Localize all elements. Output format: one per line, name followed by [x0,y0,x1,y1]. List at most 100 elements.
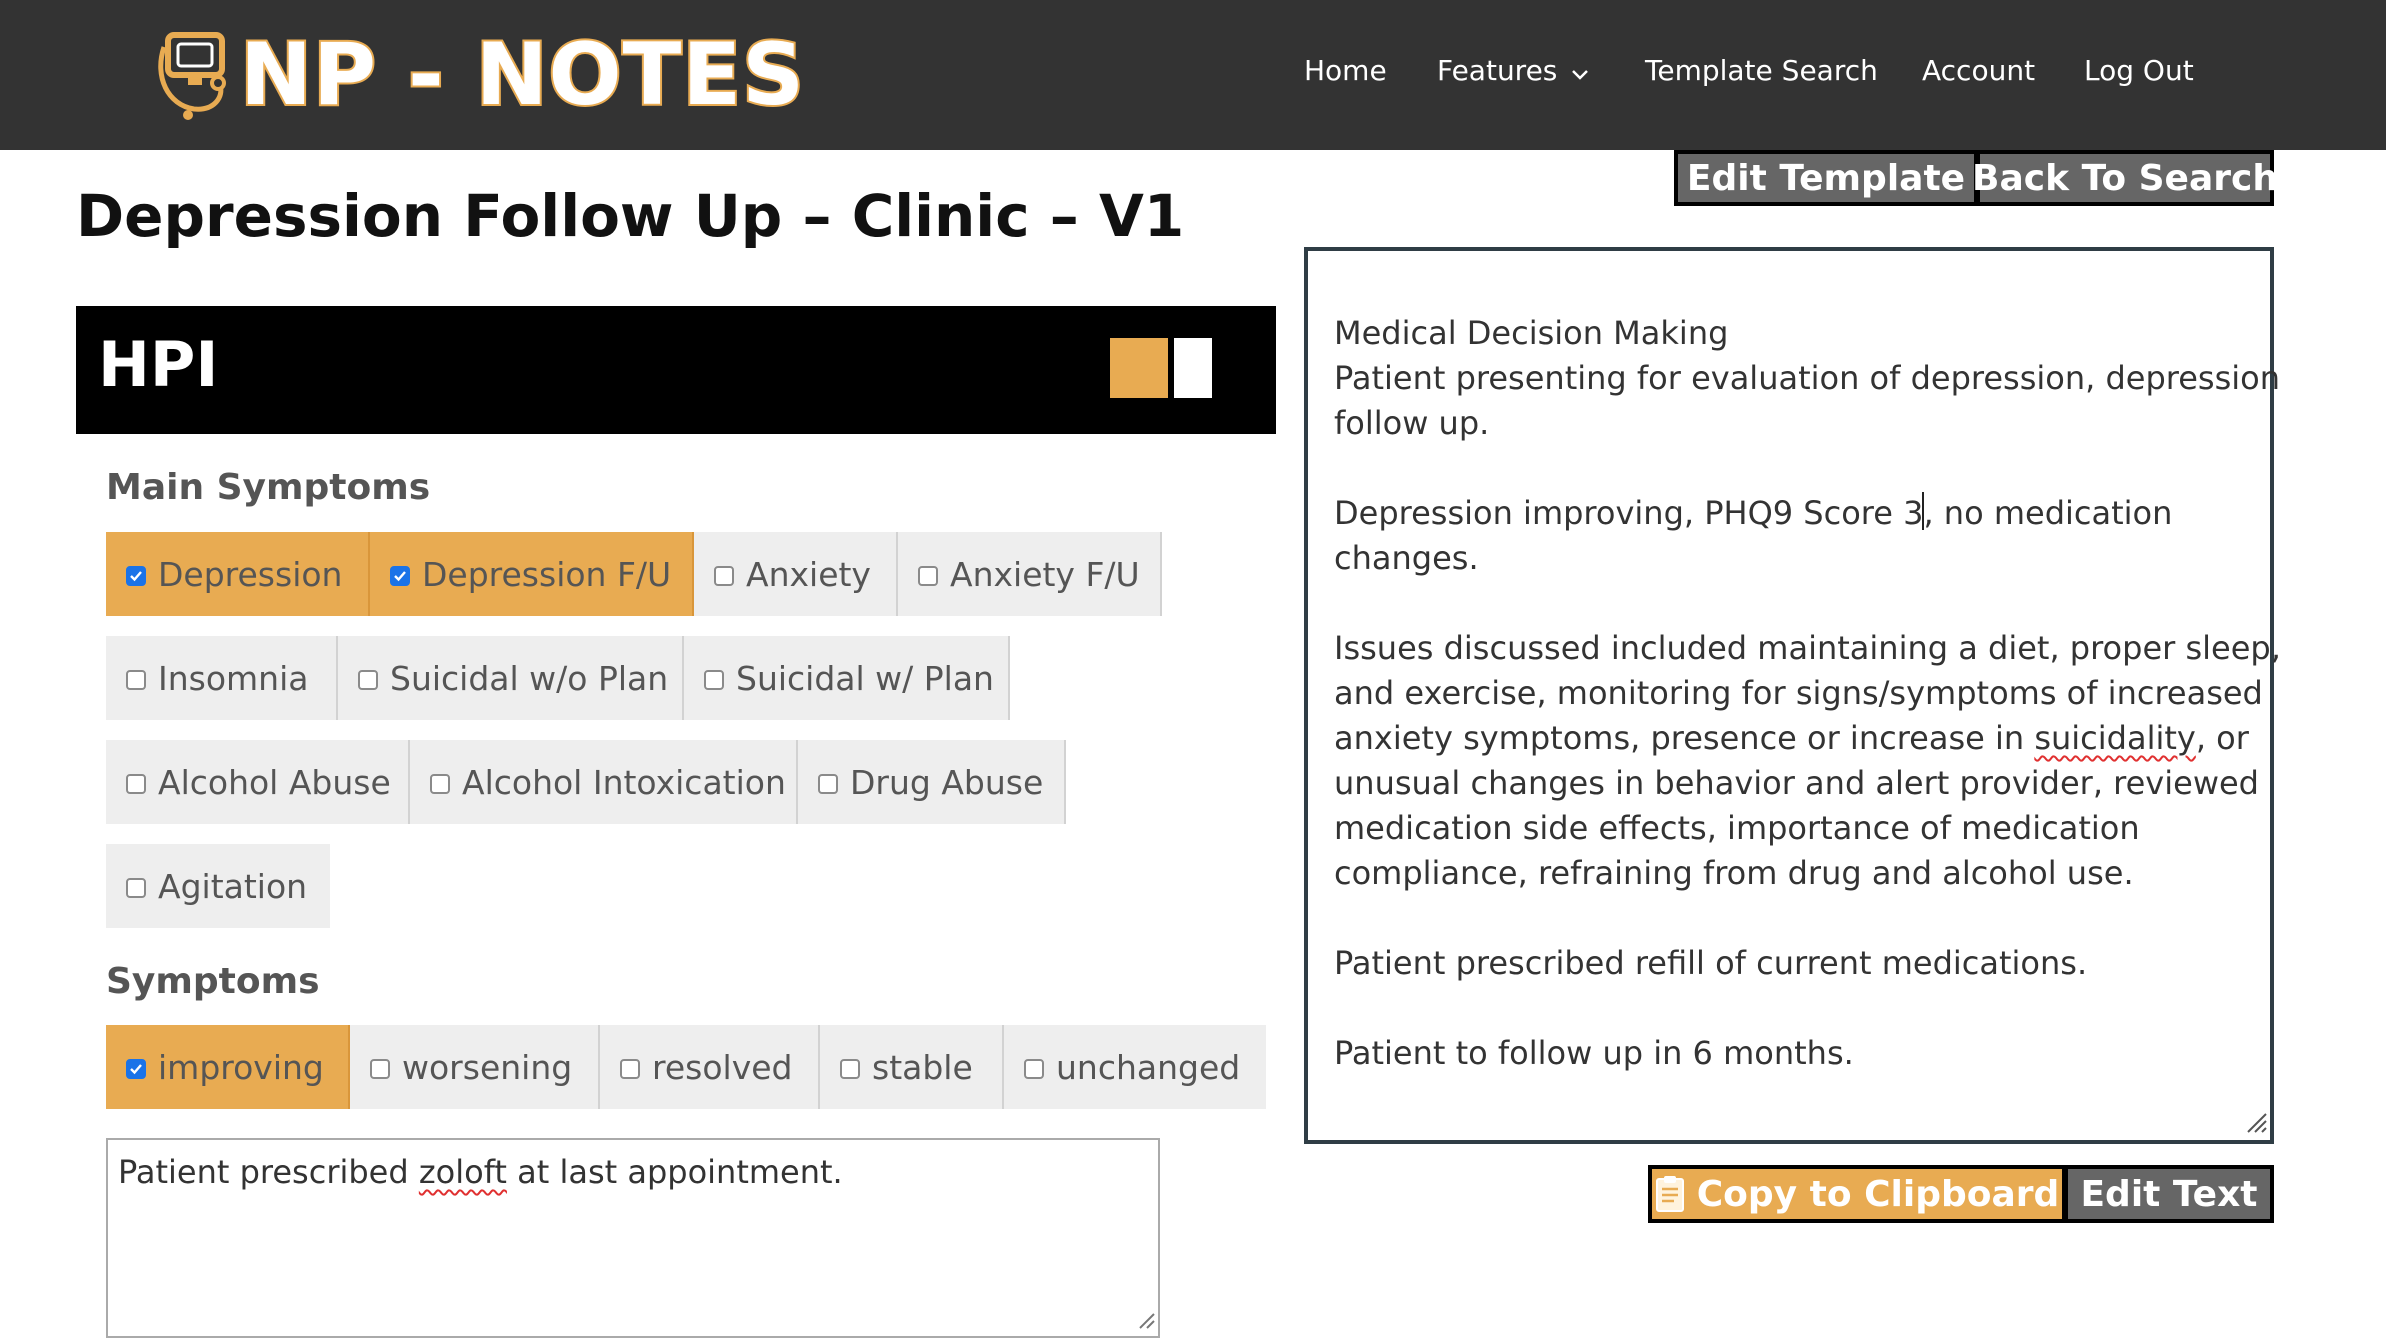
notes-text-part: at last appointment. [506,1153,843,1191]
nav-account[interactable]: Account [1922,48,2035,94]
select-all-toggle[interactable] [1110,338,1168,398]
checkbox[interactable] [840,1059,860,1079]
checkbox[interactable] [126,878,146,898]
main-nav: Home Features Template Search Account Lo… [0,48,2386,94]
option-label: worsening [402,1047,573,1087]
checkbox[interactable] [918,566,938,586]
checkbox[interactable] [818,774,838,794]
output-line-part: , or [2195,719,2249,757]
output-line: anxiety symptoms, presence or increase i… [1334,716,2249,761]
output-line: compliance, refraining from drug and alc… [1334,854,2134,892]
option-label: Suicidal w/ Plan [736,658,994,698]
output-line: Depression improving, PHQ9 Score 3, no m… [1334,491,2244,536]
output-line: follow up. [1334,404,1490,442]
misspelled-word: zoloft [418,1153,507,1191]
output-line: Issues discussed included maintaining a … [1334,629,2281,667]
hpi-notes-text: Patient prescribed zoloft at last appoin… [118,1150,843,1194]
option-label: Drug Abuse [850,762,1044,802]
option-unchanged[interactable]: unchanged [1004,1025,1266,1109]
option-resolved[interactable]: resolved [600,1025,820,1109]
misspelled-word: suicidality [2034,719,2196,757]
symptoms-label: Symptoms [106,961,320,1002]
option-depression-fu[interactable]: Depression F/U [370,532,694,616]
template-actions: Edit Template Back To Search [1674,150,2278,206]
option-label: Alcohol Abuse [158,762,391,802]
back-to-search-button[interactable]: Back To Search [1972,154,2278,202]
generated-note-output[interactable]: Medical Decision Making Patient presenti… [1304,247,2281,1144]
option-worsening[interactable]: worsening [350,1025,600,1109]
option-label: Agitation [158,866,308,906]
output-line-part: anxiety symptoms, presence or increase i… [1334,719,2035,757]
clear-all-toggle[interactable] [1174,338,1212,398]
output-line: changes. [1334,539,1479,577]
hpi-section-header: HPI [76,306,1276,434]
edit-template-button[interactable]: Edit Template [1678,154,1974,202]
clipboard-icon [1655,1175,1685,1213]
checkbox[interactable] [704,670,724,690]
checkbox[interactable] [430,774,450,794]
option-label: Suicidal w/o Plan [390,658,669,698]
option-label: Anxiety F/U [950,554,1140,594]
checkbox[interactable] [126,774,146,794]
chevron-down-icon [1571,49,1589,95]
option-drug-abuse[interactable]: Drug Abuse [798,740,1066,824]
hpi-notes-textarea[interactable]: Patient prescribed zoloft at last appoin… [106,1138,1160,1338]
option-label: Alcohol Intoxication [462,762,786,802]
output-line-part: Depression improving, PHQ9 Score 3 [1334,494,1924,532]
output-text: Medical Decision Making Patient presenti… [1334,311,2281,1076]
option-label: Insomnia [158,658,309,698]
option-stable[interactable]: stable [820,1025,1004,1109]
nav-log-out[interactable]: Log Out [2084,48,2194,94]
checkbox[interactable] [126,670,146,690]
output-line: Patient prescribed refill of current med… [1334,944,2088,982]
checkbox-checked[interactable] [126,566,146,586]
edit-text-button[interactable]: Edit Text [2068,1169,2270,1219]
main-symptoms-label: Main Symptoms [106,467,431,508]
copy-to-clipboard-button[interactable]: Copy to Clipboard [1652,1169,2062,1219]
option-label: Depression F/U [422,554,672,594]
option-label: Depression [158,554,343,594]
output-line: and exercise, monitoring for signs/sympt… [1334,674,2263,712]
option-label: stable [872,1047,973,1087]
option-label: Anxiety [746,554,871,594]
checkbox[interactable] [620,1059,640,1079]
output-line: Patient to follow up in 6 months. [1334,1034,1854,1072]
option-alcohol-intoxication[interactable]: Alcohol Intoxication [410,740,798,824]
checkbox[interactable] [1024,1059,1044,1079]
checkbox[interactable] [370,1059,390,1079]
output-line-part: , no medication [1923,494,2173,532]
option-suicidal-with-plan[interactable]: Suicidal w/ Plan [684,636,1010,720]
checkbox-checked[interactable] [126,1059,146,1079]
checkbox[interactable] [714,566,734,586]
option-anxiety-fu[interactable]: Anxiety F/U [898,532,1162,616]
nav-features-label: Features [1437,54,1558,87]
option-improving[interactable]: improving [106,1025,350,1109]
option-label: resolved [652,1047,793,1087]
copy-button-label: Copy to Clipboard [1696,1173,2060,1215]
nav-home[interactable]: Home [1304,48,1387,94]
option-label: improving [158,1047,324,1087]
option-anxiety[interactable]: Anxiety [694,532,898,616]
option-suicidal-without-plan[interactable]: Suicidal w/o Plan [338,636,684,720]
option-depression[interactable]: Depression [106,532,370,616]
nav-features[interactable]: Features [1437,48,1589,95]
top-navigation-bar: NP - NOTES Home Features Template Search… [0,0,2386,150]
resize-grip-icon[interactable] [1134,1308,1156,1334]
nav-template-search[interactable]: Template Search [1645,48,1878,94]
resize-grip-icon[interactable] [2242,1108,2268,1138]
page-title: Depression Follow Up – Clinic – V1 [76,182,1185,250]
output-line: unusual changes in behavior and alert pr… [1334,764,2259,802]
output-line: Patient presenting for evaluation of dep… [1334,359,2280,397]
checkbox[interactable] [358,670,378,690]
option-label: unchanged [1056,1047,1241,1087]
option-insomnia[interactable]: Insomnia [106,636,338,720]
hpi-title: HPI [98,328,219,401]
option-agitation[interactable]: Agitation [106,844,330,928]
option-alcohol-abuse[interactable]: Alcohol Abuse [106,740,410,824]
checkbox-checked[interactable] [390,566,410,586]
output-line: Medical Decision Making [1334,314,1729,352]
